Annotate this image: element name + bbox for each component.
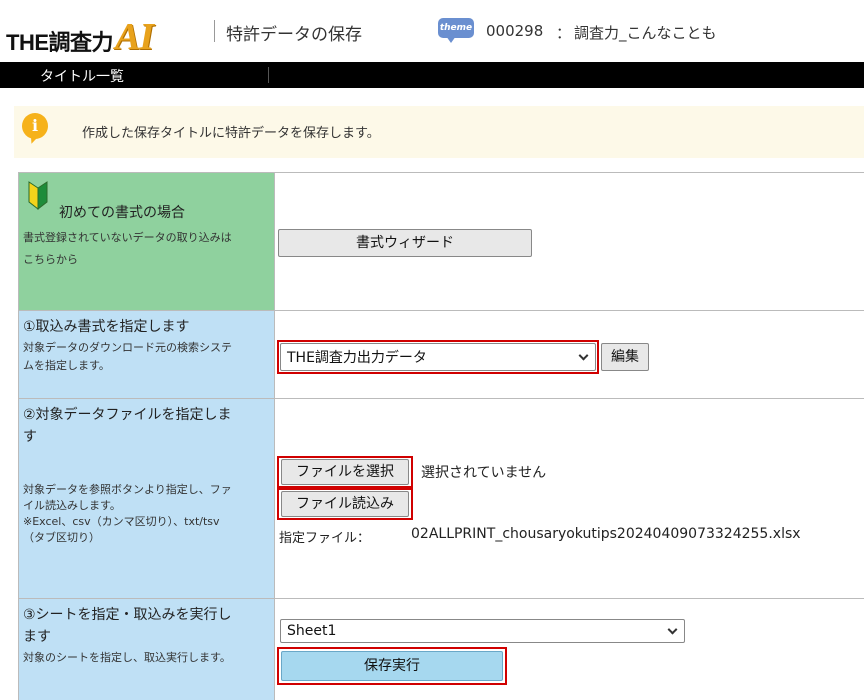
file-row: ②対象データファイルを指定しま す 対象データを参照ボタンより指定し、ファ イル… <box>19 399 864 599</box>
file-heading-line2: す <box>23 429 37 445</box>
sheet-desc: 対象のシートを指定し、取込実行します。 <box>23 651 231 664</box>
format-select-highlight <box>277 340 599 374</box>
wizard-heading: 初めての書式の場合 <box>59 205 185 221</box>
header-divider <box>214 20 215 42</box>
load-file-highlight <box>277 488 413 520</box>
chevron-down-icon <box>667 624 678 635</box>
nav-item-title-list[interactable]: タイトル一覧 <box>40 66 124 86</box>
theme-separator: ： <box>556 24 572 42</box>
edit-format-button[interactable]: 編集 <box>601 343 649 371</box>
logo-ai-mark: AI <box>115 15 154 58</box>
execute-save-highlight <box>277 647 507 685</box>
theme-icon-tail <box>446 36 456 43</box>
format-heading: ①取込み書式を指定します <box>23 319 190 335</box>
wizard-desc-line2: こちらから <box>23 253 78 266</box>
no-file-selected-text: 選択されていません <box>421 465 547 481</box>
theme-name: 調査力_こんなことも <box>574 24 717 42</box>
logo-text: THE調査力 <box>6 30 114 55</box>
page-title: 特許データの保存 <box>226 25 362 45</box>
info-icon-tail <box>27 133 39 146</box>
app-header: THE調査力 AI 特許データの保存 theme 000298 ： 調査力_こん… <box>0 0 864 62</box>
wizard-row: 初めての書式の場合 書式登録されていないデータの取り込みは こちらから 書式ウィ… <box>19 173 864 311</box>
file-desc-line4: （タブ区切り） <box>23 531 100 544</box>
sheet-heading-line2: ます <box>23 629 51 645</box>
banner-message: 作成した保存タイトルに特許データを保存します。 <box>82 126 380 141</box>
sheet-heading-line1: ③シートを指定・取込みを実行し <box>23 607 232 623</box>
app-logo[interactable]: THE調査力 AI <box>6 14 154 58</box>
theme-id: 000298 <box>486 22 544 40</box>
sheet-row: ③シートを指定・取込みを実行し ます 対象のシートを指定し、取込実行します。 S… <box>19 599 864 700</box>
specified-file-label: 指定ファイル： <box>279 531 371 546</box>
format-wizard-button[interactable]: 書式ウィザード <box>278 229 532 257</box>
nav-separator <box>268 67 269 83</box>
import-form-table: 初めての書式の場合 書式登録されていないデータの取り込みは こちらから 書式ウィ… <box>18 172 864 700</box>
format-label-cell: ①取込み書式を指定します 対象データのダウンロード元の検索システ ムを指定します… <box>19 311 275 398</box>
sheet-label-cell: ③シートを指定・取込みを実行し ます 対象のシートを指定し、取込実行します。 <box>19 599 275 700</box>
beginner-mark-icon <box>28 181 48 211</box>
choose-file-highlight <box>277 456 413 488</box>
file-heading-line1: ②対象データファイルを指定しま <box>23 407 232 423</box>
specified-file-name: 02ALLPRINT_chousaryokutips20240409073324… <box>411 526 801 542</box>
nav-bar: タイトル一覧 <box>0 62 864 88</box>
format-desc-line1: 対象データのダウンロード元の検索システ <box>23 341 232 354</box>
file-label-cell: ②対象データファイルを指定しま す 対象データを参照ボタンより指定し、ファ イル… <box>19 399 275 598</box>
format-row: ①取込み書式を指定します 対象データのダウンロード元の検索システ ムを指定します… <box>19 311 864 399</box>
theme-icon: theme <box>438 18 474 44</box>
sheet-select[interactable]: Sheet1 <box>280 619 685 643</box>
sheet-select-value: Sheet1 <box>287 623 337 639</box>
theme-icon-label: theme <box>438 18 474 38</box>
wizard-label-cell: 初めての書式の場合 書式登録されていないデータの取り込みは こちらから <box>19 173 275 310</box>
format-desc-line2: ムを指定します。 <box>23 359 110 372</box>
wizard-desc-line1: 書式登録されていないデータの取り込みは <box>23 231 232 244</box>
info-icon: i <box>22 113 48 147</box>
